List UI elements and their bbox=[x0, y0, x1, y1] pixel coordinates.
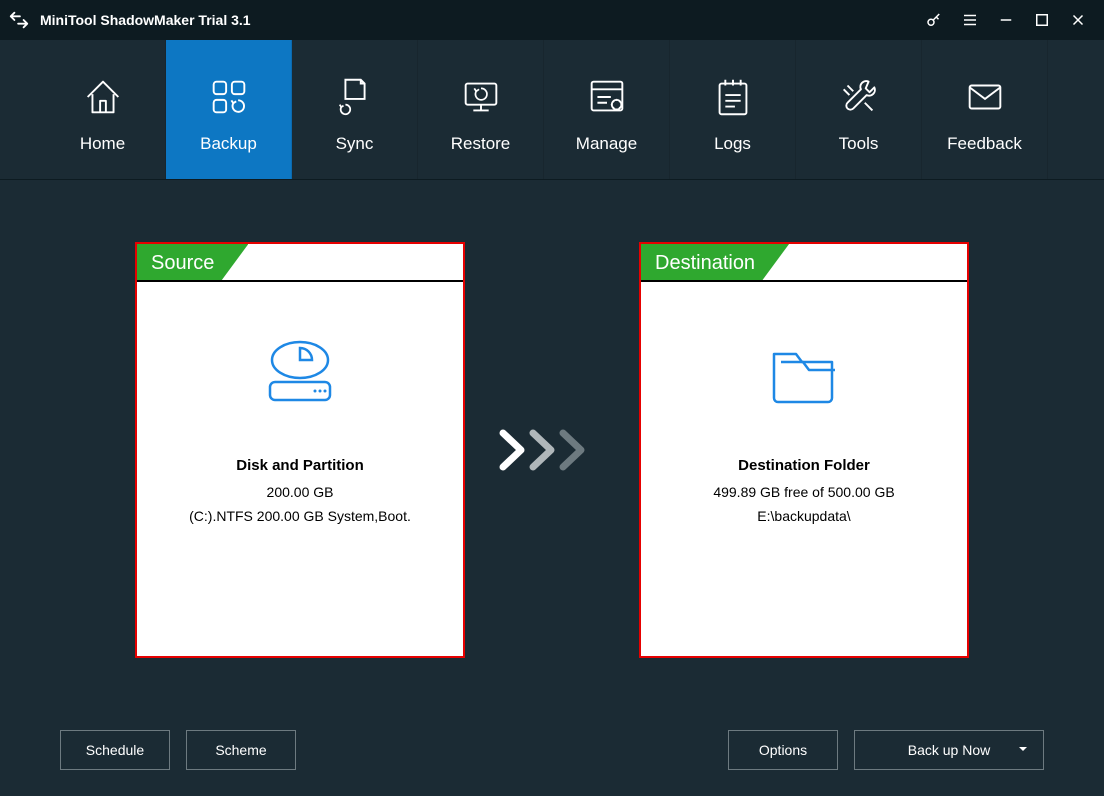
sync-icon bbox=[332, 72, 378, 122]
destination-path: E:\backupdata\ bbox=[757, 508, 850, 524]
feedback-icon bbox=[962, 72, 1008, 122]
source-header: Source bbox=[137, 244, 463, 282]
source-title: Disk and Partition bbox=[236, 457, 364, 474]
nav-label: Logs bbox=[714, 134, 751, 154]
nav-tools[interactable]: Tools bbox=[796, 40, 922, 179]
folder-icon bbox=[759, 332, 849, 417]
footer: Schedule Scheme Options Back up Now bbox=[0, 720, 1104, 780]
nav-feedback[interactable]: Feedback bbox=[922, 40, 1048, 179]
main-nav: Home Backup Sync bbox=[0, 40, 1104, 180]
destination-header: Destination bbox=[641, 244, 967, 282]
nav-label: Feedback bbox=[947, 134, 1022, 154]
manage-icon bbox=[584, 72, 630, 122]
source-size: 200.00 GB bbox=[267, 484, 334, 500]
backup-now-label: Back up Now bbox=[908, 742, 990, 758]
nav-sync[interactable]: Sync bbox=[292, 40, 418, 179]
nav-home[interactable]: Home bbox=[40, 40, 166, 179]
menu-icon[interactable] bbox=[952, 0, 988, 40]
destination-free: 499.89 GB free of 500.00 GB bbox=[713, 484, 894, 500]
logs-icon bbox=[710, 72, 756, 122]
app-logo: MiniTool ShadowMaker Trial 3.1 bbox=[8, 9, 251, 31]
scheme-button[interactable]: Scheme bbox=[186, 730, 296, 770]
source-card[interactable]: Source Disk and Partition 200.00 GB (C:)… bbox=[135, 242, 465, 658]
key-icon[interactable] bbox=[916, 0, 952, 40]
nav-label: Sync bbox=[336, 134, 374, 154]
nav-label: Backup bbox=[200, 134, 257, 154]
destination-title: Destination Folder bbox=[738, 457, 870, 474]
arrow-icon bbox=[497, 425, 607, 475]
nav-manage[interactable]: Manage bbox=[544, 40, 670, 179]
chevron-down-icon bbox=[1017, 742, 1029, 758]
nav-label: Home bbox=[80, 134, 125, 154]
source-tab-label: Source bbox=[137, 244, 248, 282]
options-button[interactable]: Options bbox=[728, 730, 838, 770]
nav-backup[interactable]: Backup bbox=[166, 40, 292, 179]
backup-now-button[interactable]: Back up Now bbox=[854, 730, 1044, 770]
close-button[interactable] bbox=[1060, 0, 1096, 40]
logo-icon bbox=[8, 9, 30, 31]
restore-icon bbox=[458, 72, 504, 122]
tools-icon bbox=[836, 72, 882, 122]
maximize-button[interactable] bbox=[1024, 0, 1060, 40]
home-icon bbox=[80, 72, 126, 122]
nav-label: Manage bbox=[576, 134, 637, 154]
titlebar: MiniTool ShadowMaker Trial 3.1 bbox=[0, 0, 1104, 40]
nav-label: Tools bbox=[839, 134, 879, 154]
nav-logs[interactable]: Logs bbox=[670, 40, 796, 179]
minimize-button[interactable] bbox=[988, 0, 1024, 40]
schedule-button[interactable]: Schedule bbox=[60, 730, 170, 770]
disk-icon bbox=[255, 332, 345, 417]
backup-icon bbox=[206, 72, 252, 122]
destination-tab-label: Destination bbox=[641, 244, 789, 282]
nav-label: Restore bbox=[451, 134, 511, 154]
app-title: MiniTool ShadowMaker Trial 3.1 bbox=[40, 12, 251, 28]
source-detail: (C:).NTFS 200.00 GB System,Boot. bbox=[189, 508, 411, 524]
content-area: Source Disk and Partition 200.00 GB (C:)… bbox=[0, 180, 1104, 720]
nav-restore[interactable]: Restore bbox=[418, 40, 544, 179]
destination-card[interactable]: Destination Destination Folder 499.89 GB… bbox=[639, 242, 969, 658]
